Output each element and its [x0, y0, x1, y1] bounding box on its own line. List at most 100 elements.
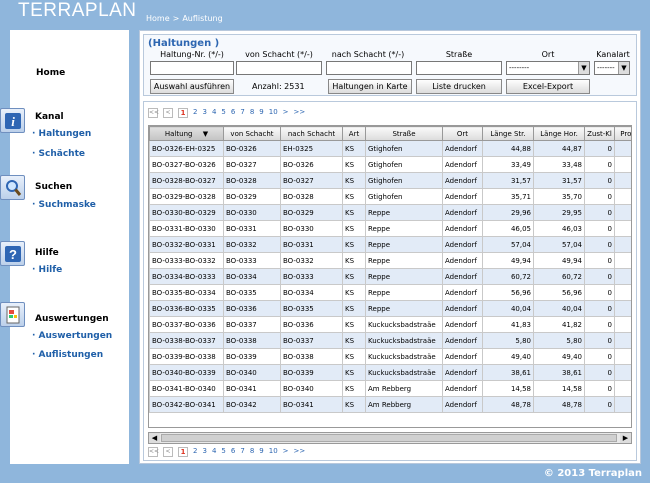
pager-last-button[interactable]: >> [294, 447, 306, 457]
pager-page-6[interactable]: 6 [231, 108, 235, 118]
pager-page-10[interactable]: 10 [269, 108, 278, 118]
cell-art: KS [342, 188, 366, 205]
pager-prev-button[interactable]: < [163, 108, 173, 118]
pager-prev-button[interactable]: < [163, 447, 173, 457]
scrollbar-thumb[interactable] [161, 434, 617, 442]
pager-page-4[interactable]: 4 [212, 108, 216, 118]
pager-next-button[interactable]: > [283, 447, 289, 457]
table-row[interactable]: BO-0334-BO-0333 BO-0334 BO-0333 KS Reppe Aden… [149, 268, 631, 285]
column-header-zust-kl[interactable]: Zust-Kl [584, 126, 615, 141]
pager-page-2[interactable]: 2 [193, 108, 197, 118]
table-row[interactable]: BO-0327-BO-0326 BO-0327 BO-0326 KS Gtighofen… [149, 156, 631, 173]
haltungen-in-karte-button[interactable]: Haltungen in Karte [328, 79, 412, 94]
sidebar-item-hilfe[interactable]: · Hilfe [32, 265, 62, 275]
column-header-strasse[interactable]: Straße [365, 126, 443, 141]
pager-page-1[interactable]: 1 [178, 108, 188, 118]
pager-page-1[interactable]: 1 [178, 447, 188, 457]
table-row[interactable]: BO-0332-BO-0331 BO-0332 BO-0331 KS Reppe Aden… [149, 236, 631, 253]
liste-drucken-button[interactable]: Liste drucken [416, 79, 502, 94]
chevron-down-icon[interactable]: ▼ [578, 62, 589, 74]
sidebar-item-auflistungen[interactable]: · Auflistungen [32, 350, 103, 360]
table-row[interactable]: BO-0326-EH-0325 BO-0326 EH-0325 KS Gtighofen… [149, 140, 631, 157]
pager-next-button[interactable]: > [283, 108, 289, 118]
column-header-art[interactable]: Art [342, 126, 366, 141]
column-header-laenge-hor[interactable]: Länge Hor. [533, 126, 585, 141]
pager-first-button[interactable]: << [148, 108, 159, 118]
label-ort: Ort [541, 50, 555, 59]
haltung-input[interactable] [150, 61, 234, 75]
help-icon[interactable]: ? [0, 241, 25, 266]
horizontal-scrollbar[interactable]: ◀ ▶ [148, 432, 632, 444]
cell-art: KS [342, 252, 366, 269]
table-row[interactable]: BO-0342-BO-0341 BO-0342 BO-0341 KS Am Rebber… [149, 396, 631, 413]
chevron-down-icon[interactable]: ▼ [618, 62, 629, 74]
pager-page-4[interactable]: 4 [212, 447, 216, 457]
auswahl-ausfuehren-button[interactable]: Auswahl ausführen [150, 79, 234, 94]
cell-profil [614, 316, 631, 333]
cell-strasse: Reppe [365, 284, 443, 301]
table-row[interactable]: BO-0331-BO-0330 BO-0331 BO-0330 KS Reppe Aden… [149, 220, 631, 237]
table-row[interactable]: BO-0338-BO-0337 BO-0338 BO-0337 KS Kuckucksb… [149, 332, 631, 349]
scroll-left-icon[interactable]: ◀ [149, 433, 160, 443]
excel-export-button[interactable]: Excel-Export [506, 79, 590, 94]
table-row[interactable]: BO-0329-BO-0328 BO-0329 BO-0328 KS Gtighofen… [149, 188, 631, 205]
sidebar-item-haltungen[interactable]: · Haltungen [32, 129, 91, 139]
sidebar-item-suchmaske[interactable]: · Suchmaske [32, 200, 96, 210]
table-row[interactable]: BO-0340-BO-0339 BO-0340 BO-0339 KS Kuckucksb… [149, 364, 631, 381]
table-row[interactable]: BO-0330-BO-0329 BO-0330 BO-0329 KS Reppe Aden… [149, 204, 631, 221]
info-icon[interactable]: i [0, 108, 25, 133]
pager-page-10[interactable]: 10 [269, 447, 278, 457]
table-row[interactable]: BO-0337-BO-0336 BO-0337 BO-0336 KS Kuckucksb… [149, 316, 631, 333]
column-header-laenge-str[interactable]: Länge Str. [482, 126, 534, 141]
pager-page-8[interactable]: 8 [250, 108, 254, 118]
pager-first-button[interactable]: << [148, 447, 159, 457]
cell-strasse: Kuckucksbadstraäe [365, 348, 443, 365]
cell-nach-schacht: BO-0336 [280, 316, 343, 333]
cell-profil [614, 156, 631, 173]
sidebar-item-auswertungen[interactable]: · Auswertungen [32, 331, 112, 341]
label-haltung: Haltung-Nr. (*/-) [160, 50, 224, 59]
cell-profil [614, 268, 631, 285]
pager-page-8[interactable]: 8 [250, 447, 254, 457]
sidebar-group-title: Hilfe [35, 248, 59, 258]
pager-page-7[interactable]: 7 [240, 447, 244, 457]
column-header-nach-schacht[interactable]: nach Schacht [280, 126, 343, 141]
table-row[interactable]: BO-0333-BO-0332 BO-0333 BO-0332 KS Reppe Aden… [149, 252, 631, 269]
pager-page-5[interactable]: 5 [221, 108, 225, 118]
table-row[interactable]: BO-0335-BO-0334 BO-0335 BO-0334 KS Reppe Aden… [149, 284, 631, 301]
breadcrumb-home[interactable]: Home [146, 14, 170, 23]
pager-page-2[interactable]: 2 [193, 447, 197, 457]
kanalart-select[interactable]: ------- ▼ [594, 61, 630, 75]
cell-zust-kl: 0 [584, 188, 615, 205]
von-schacht-input[interactable] [236, 61, 322, 75]
column-header-von-schacht[interactable]: von Schacht [223, 126, 281, 141]
pager-last-button[interactable]: >> [294, 108, 306, 118]
nach-schacht-input[interactable] [326, 61, 412, 75]
column-header-haltung[interactable]: Haltung ▼ [149, 126, 224, 141]
pager-page-7[interactable]: 7 [240, 108, 244, 118]
cell-nach-schacht: EH-0325 [280, 140, 343, 157]
strasse-input[interactable] [416, 61, 502, 75]
sidebar-home-link[interactable]: Home [36, 68, 65, 78]
pager-page-9[interactable]: 9 [259, 108, 263, 118]
pager-page-9[interactable]: 9 [259, 447, 263, 457]
pager-page-5[interactable]: 5 [221, 447, 225, 457]
scroll-right-icon[interactable]: ▶ [620, 433, 631, 443]
table-row[interactable]: BO-0339-BO-0338 BO-0339 BO-0338 KS Kuckucksb… [149, 348, 631, 365]
cell-haltung: BO-0339-BO-0338 [149, 348, 224, 365]
pager-page-3[interactable]: 3 [202, 447, 206, 457]
cell-ort: Adendorf [442, 252, 483, 269]
table-row[interactable]: BO-0336-BO-0335 BO-0336 BO-0335 KS Reppe Aden… [149, 300, 631, 317]
pager-page-3[interactable]: 3 [202, 108, 206, 118]
table-row[interactable]: BO-0341-BO-0340 BO-0341 BO-0340 KS Am Rebber… [149, 380, 631, 397]
cell-laenge-hor: 57,04 [533, 236, 585, 253]
column-header-ort[interactable]: Ort [442, 126, 483, 141]
column-header-profil[interactable]: Profil [614, 126, 631, 141]
cell-laenge-hor: 60,72 [533, 268, 585, 285]
sidebar-item-schaechte[interactable]: · Schächte [32, 149, 85, 159]
pager-page-6[interactable]: 6 [231, 447, 235, 457]
table-row[interactable]: BO-0328-BO-0327 BO-0328 BO-0327 KS Gtighofen… [149, 172, 631, 189]
ort-select[interactable]: -------- ▼ [506, 61, 590, 75]
report-icon[interactable] [0, 302, 25, 327]
magnifier-icon[interactable] [0, 175, 25, 200]
